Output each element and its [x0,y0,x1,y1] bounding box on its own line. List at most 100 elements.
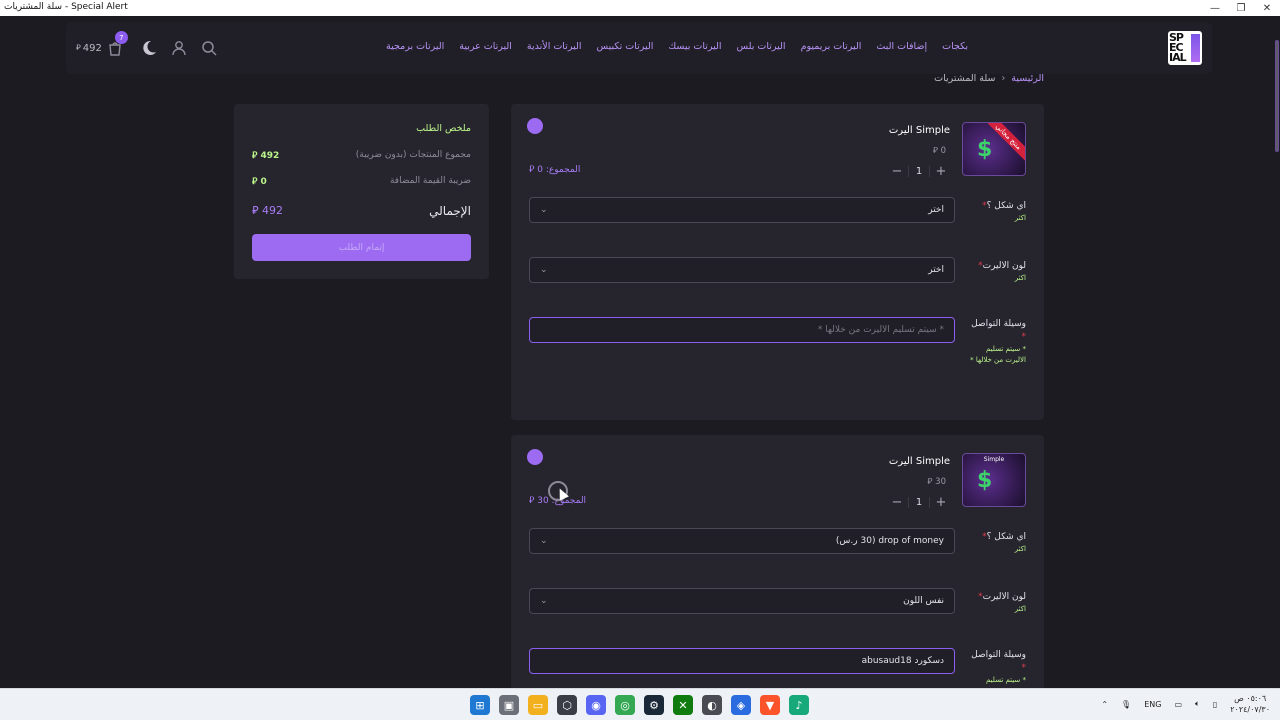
subtotal-label: مجموع المنتجات (بدون ضريبة) [355,150,471,160]
cart-item-card: Simple $ اليرت Simple 30 ⃁ − 1 + المجموع… [511,435,1044,695]
shape-field-hint: اكثر [1014,545,1026,553]
tray-overflow-chevron-icon[interactable]: ⌃ [1101,700,1108,709]
nav-link-plus[interactable]: اليرتات بلس [737,41,786,52]
site-logo[interactable]: SP EC IAL [1168,31,1202,65]
vat-value: 0 ⃁ [252,177,267,187]
chevron-down-icon: ⌄ [540,265,548,275]
remove-item-button[interactable] [527,449,543,465]
product-thumbnail[interactable]: Simple $ [962,453,1026,507]
contact-field-label: وسيلة التواصل * * سيتم تسليم [966,649,1026,686]
close-button[interactable]: ✕ [1254,0,1280,16]
nav-link-programming[interactable]: اليرتات برمجية [386,41,444,52]
quantity-value[interactable]: 1 [908,166,930,177]
microphone-icon[interactable]: 🎙︎ [1121,700,1131,709]
currency-icon: ⃁ [252,177,258,187]
contact-field-hint: * سيتم تسليم الاليرت من خلالها * [970,345,1026,364]
quantity-stepper: − 1 + [886,164,952,179]
app-blue-icon[interactable]: ◈ [731,695,751,715]
language-indicator[interactable]: ENG [1144,700,1161,709]
window-titlebar: سلة المشتريات - Special Alert — ❐ ✕ [0,0,1280,16]
contact-input[interactable]: دسكورد abusaud18 [529,648,955,674]
dark-mode-moon-icon[interactable] [140,39,158,57]
nav-link-clubs[interactable]: اليرتات الأندية [527,41,582,52]
discord-icon[interactable]: ◉ [586,695,606,715]
cart-amount: ⃁ 492 [76,43,102,54]
quantity-decrease-button[interactable]: − [886,495,908,510]
chevron-down-icon: ⌄ [540,205,548,215]
color-field-hint: اكثر [1014,605,1026,613]
search-icon[interactable] [200,39,218,57]
nav-link-takbees[interactable]: اليرتات تكبيس [596,41,653,52]
product-name[interactable]: اليرت Simple [889,125,950,136]
checkout-button[interactable]: إتمام الطلب [252,234,471,261]
quantity-value[interactable]: 1 [908,497,930,508]
subtotal-value: 492 ⃁ [252,151,280,161]
brave-icon[interactable]: ▼ [760,695,780,715]
breadcrumb-home-link[interactable]: الرئيسية [1011,73,1044,84]
total-row: الإجمالي 492 ⃁ [252,204,471,218]
xbox-icon[interactable]: ✕ [673,695,693,715]
total-value: 492 ⃁ [252,204,284,217]
currency-icon: ⃁ [252,151,258,161]
taskbar-apps: ⊞ ▣ ▭ ⬡ ◉ ◎ ⚙ ✕ ◐ ◈ ▼ ♪ [470,695,809,715]
currency-icon: ⃁ [927,477,933,487]
cart-item-card: $ منتج مجاني اليرت Simple 0 ⃁ − 1 + المج… [511,104,1044,420]
color-select[interactable]: اختر ⌄ [529,257,955,283]
total-label: الإجمالي [429,204,471,218]
maximize-button[interactable]: ❐ [1228,0,1254,16]
product-price: 30 ⃁ [927,477,946,487]
product-thumbnail[interactable]: $ منتج مجاني [962,122,1026,176]
obs-icon[interactable]: ◐ [702,695,722,715]
file-explorer-icon[interactable]: ▭ [528,695,548,715]
currency-icon: ⃁ [932,146,938,156]
header-actions: ⃁ 492 7 [76,31,230,60]
product-price: 0 ⃁ [932,146,946,156]
app-hexagon-icon[interactable]: ⬡ [557,695,577,715]
remove-item-button[interactable] [527,118,543,134]
clock-time: ٠٥:٠٦ ص [1234,694,1267,703]
order-summary-panel: ملخص الطلب مجموع المنتجات (بدون ضريبة) 4… [234,104,489,279]
breadcrumb: الرئيسية › سلة المشتريات [934,73,1044,84]
currency-icon: ⃁ [76,43,81,52]
product-name[interactable]: اليرت Simple [889,456,950,467]
color-select-value: نفس اللون [903,596,944,606]
cart-button[interactable]: 7 [106,31,128,57]
nav-link-packages[interactable]: بكجات [942,41,968,52]
contact-input[interactable]: * سيتم تسليم الاليرت من خلالها * [529,317,955,343]
quantity-decrease-button[interactable]: − [886,164,908,179]
shape-select-value: اختر [928,205,944,215]
nav-link-basic[interactable]: اليرتات بيسك [668,41,721,52]
contact-field-label: وسيلة التواصل * * سيتم تسليم الاليرت من … [966,318,1026,366]
contact-input-value: دسكورد abusaud18 [861,656,944,666]
shape-field-label: اي شكل ؟* اكثر [966,531,1026,555]
nav-link-stream-addons[interactable]: إضافات البث [876,41,927,52]
color-select[interactable]: نفس اللون ⌄ [529,588,955,614]
page-scrollbar[interactable] [1274,16,1280,688]
battery-icon[interactable]: ▯ [1213,700,1217,709]
start-menu-icon[interactable]: ⊞ [470,695,490,715]
dollar-icon: $ [977,468,993,493]
minimize-button[interactable]: — [1202,0,1228,16]
audio-app-icon[interactable]: ♪ [789,695,809,715]
nav-link-premium[interactable]: اليرتات بريميوم [801,41,862,52]
shape-select[interactable]: اختر ⌄ [529,197,955,223]
breadcrumb-separator: › [1001,73,1006,84]
volume-icon[interactable]: 🔈︎ [1195,699,1200,709]
site-header: SP EC IAL بكجات إضافات البث اليرتات بريميو… [66,22,1212,74]
windows-taskbar: ⊞ ▣ ▭ ⬡ ◉ ◎ ⚙ ✕ ◐ ◈ ▼ ♪ ⌃ 🎙︎ ENG ▭ 🔈︎ ▯ … [0,688,1280,720]
currency-icon: ⃁ [529,165,535,175]
nav-link-arabic[interactable]: اليرتات عربية [459,41,512,52]
scrollbar-thumb[interactable] [1275,40,1279,152]
shape-field-hint: اكثر [1014,214,1026,222]
store-icon[interactable]: ▣ [499,695,519,715]
user-account-icon[interactable] [170,39,188,57]
quantity-increase-button[interactable]: + [930,164,952,179]
chrome-icon[interactable]: ◎ [615,695,635,715]
dollar-icon: $ [977,137,993,162]
quantity-increase-button[interactable]: + [930,495,952,510]
clock[interactable]: ٠٥:٠٦ ص ٢٠٢٤/٠٧/٣٠ [1230,693,1270,715]
shape-select[interactable]: drop of money (30 ر.س) ⌄ [529,528,955,554]
network-icon[interactable]: ▭ [1174,700,1182,709]
clock-date: ٢٠٢٤/٠٧/٣٠ [1230,705,1270,714]
steam-icon[interactable]: ⚙ [644,695,664,715]
